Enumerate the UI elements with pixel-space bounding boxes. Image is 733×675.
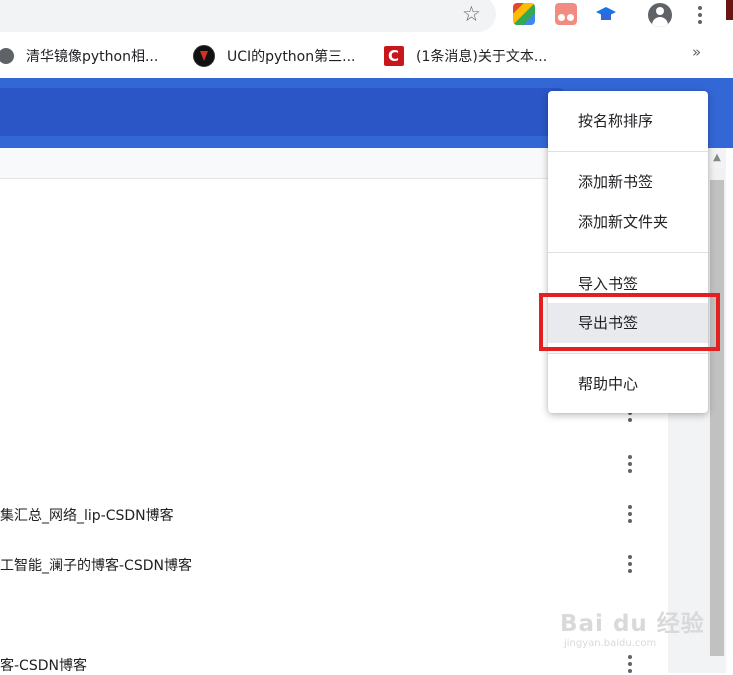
row-more-vertical-icon[interactable] [624,455,636,475]
bookmark-label: UCI的python第三... [227,49,356,65]
search-bar-area[interactable] [0,88,565,136]
organize-dropdown-menu: 按名称排序 添加新书签 添加新文件夹 导入书签 导出书签 帮助中心 [548,91,708,413]
row-more-vertical-icon[interactable] [624,555,636,575]
eye-left [558,14,565,21]
highlight-box [539,293,720,351]
menu-separator [548,252,708,253]
bookmark-csdn-message[interactable]: (1条消息)关于文本... [384,44,547,68]
scroll-up-arrow-icon[interactable]: ▲ [709,150,725,166]
bookmark-row-label[interactable]: 工智能_澜子的博客-CSDN博客 [0,555,192,575]
watermark-logo: Bai du 经验 [560,611,705,637]
browser-toolbar: ☆ [0,0,733,34]
site-favicon-icon [193,45,215,67]
eye-right [567,14,574,21]
more-bookmarks-chevron-icon[interactable]: » [692,43,701,61]
bookmark-uci-python[interactable]: UCI的python第三... [193,44,355,68]
bookmark-row-label[interactable]: 客-CSDN博客 [0,655,87,675]
window-edge [726,148,733,673]
graduation-cap-icon[interactable] [595,3,617,25]
account-circle-icon[interactable] [648,3,672,27]
window-corner [726,0,733,20]
more-vertical-icon[interactable] [688,2,712,28]
menu-separator [548,151,708,152]
csdn-icon [384,46,404,66]
globe-icon [0,48,14,64]
address-bar[interactable] [0,0,496,32]
bookmark-row-label[interactable]: 集汇总_网络_lip-CSDN博客 [0,505,174,525]
watermark-url: jingyan.baidu.com [564,638,657,649]
menu-separator [548,353,708,354]
tampermonkey-icon[interactable] [555,3,577,25]
color-extension-icon[interactable] [513,3,535,25]
menu-item-add-bookmark[interactable]: 添加新书签 [548,162,708,202]
star-icon[interactable]: ☆ [462,2,481,26]
menu-item-sort-by-name[interactable]: 按名称排序 [548,101,708,141]
scrollbar-thumb[interactable] [710,180,724,656]
row-more-vertical-icon[interactable] [624,655,636,675]
bookmark-tsinghua-mirror[interactable]: 清华镜像python相... [0,44,158,68]
menu-item-help-center[interactable]: 帮助中心 [548,364,708,404]
menu-item-add-folder[interactable]: 添加新文件夹 [548,202,708,242]
bookmarks-bar: 清华镜像python相... UCI的python第三... (1条消息)关于文… [0,34,733,78]
bookmark-label: (1条消息)关于文本... [416,49,548,65]
baidu-jingyan-watermark: Bai du 经验 jingyan.baidu.com [560,604,705,649]
row-more-vertical-icon[interactable] [624,505,636,525]
bookmark-label: 清华镜像python相... [26,49,159,65]
